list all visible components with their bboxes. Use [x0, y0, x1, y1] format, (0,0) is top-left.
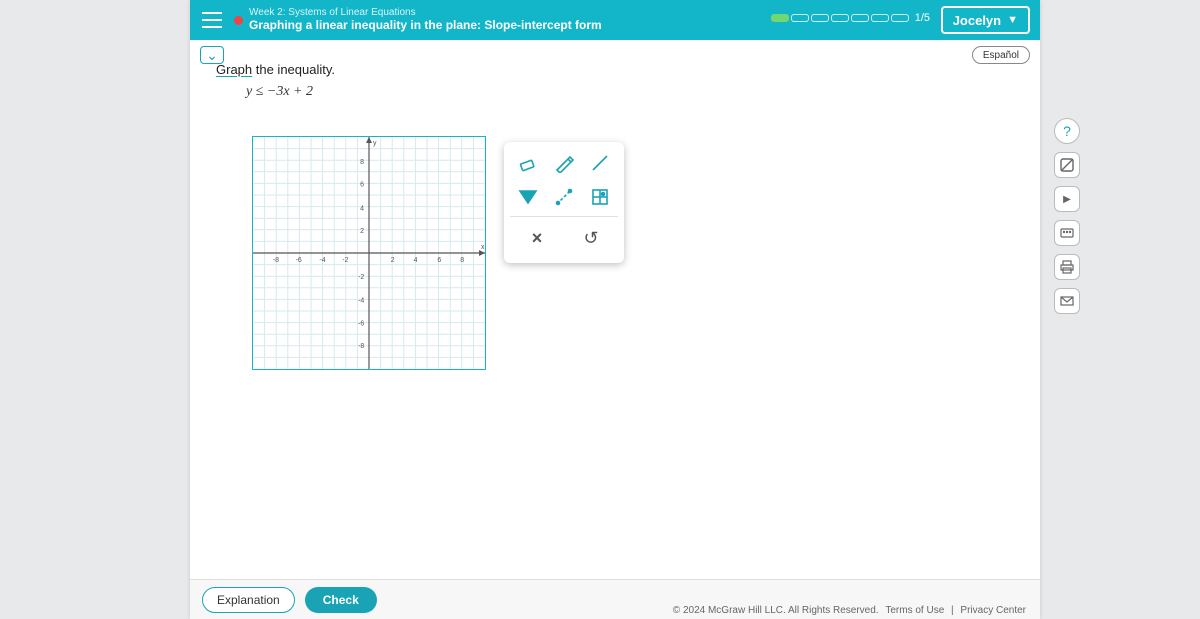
- svg-text:4: 4: [360, 205, 364, 212]
- mail-button[interactable]: [1054, 288, 1080, 314]
- svg-text:-6: -6: [358, 320, 364, 327]
- instruction-text: Graph the inequality.: [216, 62, 335, 77]
- menu-icon[interactable]: [202, 12, 222, 28]
- svg-text:-2: -2: [358, 274, 364, 281]
- inequality-formula: y ≤ −3x + 2: [246, 84, 313, 100]
- eraser-tool[interactable]: [513, 148, 543, 178]
- svg-text:-6: -6: [296, 257, 302, 264]
- progress-segments: [771, 14, 909, 22]
- video-button[interactable]: ▶: [1054, 186, 1080, 212]
- help-button[interactable]: ?: [1054, 118, 1080, 144]
- user-menu-button[interactable]: Jocelyn ▼: [941, 6, 1030, 34]
- page-title: Graphing a linear inequality in the plan…: [249, 19, 602, 33]
- fill-region-tool[interactable]: [513, 182, 543, 212]
- drawing-toolbox: × ↺: [504, 142, 624, 263]
- keyboard-button[interactable]: [1054, 220, 1080, 246]
- content-area: ⌄ Español Graph the inequality. y ≤ −3x …: [190, 40, 1040, 578]
- svg-text:8: 8: [460, 257, 464, 264]
- privacy-link[interactable]: Privacy Center: [960, 605, 1026, 616]
- y-tick-labels: 8 6 4 2 -2 -4 -6 -8: [358, 159, 364, 350]
- svg-text:-4: -4: [358, 298, 364, 305]
- point-grid-tool[interactable]: [585, 182, 615, 212]
- svg-text:4: 4: [414, 257, 418, 264]
- terms-link[interactable]: Terms of Use: [885, 605, 944, 616]
- progress-meter: 1/5: [771, 12, 930, 24]
- print-button[interactable]: [1054, 254, 1080, 280]
- chevron-down-icon: ▼: [1007, 14, 1018, 26]
- user-name: Jocelyn: [953, 13, 1001, 28]
- graph-canvas[interactable]: x y -8 -6 -4 -2 2 4 6 8 8 6 4 2 -2 -4 -6 -8: [252, 136, 486, 370]
- svg-text:-8: -8: [273, 257, 279, 264]
- status-dot-icon: [234, 16, 243, 25]
- svg-text:6: 6: [360, 182, 364, 189]
- app-window: Week 2: Systems of Linear Equations Grap…: [190, 0, 1040, 619]
- language-button[interactable]: Español: [972, 46, 1030, 64]
- svg-text:2: 2: [391, 257, 395, 264]
- instruction-verb: Graph: [216, 62, 252, 77]
- clear-button[interactable]: ×: [522, 223, 552, 253]
- undo-button[interactable]: ↺: [576, 223, 606, 253]
- svg-text:6: 6: [437, 257, 441, 264]
- dashed-line-tool[interactable]: [549, 182, 579, 212]
- pencil-tool[interactable]: [549, 148, 579, 178]
- top-bar: Week 2: Systems of Linear Equations Grap…: [190, 0, 1040, 40]
- svg-text:-8: -8: [358, 343, 364, 350]
- progress-text: 1/5: [915, 12, 930, 24]
- instruction-rest: the inequality.: [252, 62, 335, 77]
- line-tool[interactable]: [585, 148, 615, 178]
- y-axis-label: y: [373, 140, 377, 147]
- copyright-text: © 2024 McGraw Hill LLC. All Rights Reser…: [673, 605, 879, 616]
- svg-text:8: 8: [360, 159, 364, 166]
- title-block: Week 2: Systems of Linear Equations Grap…: [249, 7, 602, 32]
- chevron-down-icon: ⌄: [206, 47, 218, 64]
- calculator-button[interactable]: [1054, 152, 1080, 178]
- x-axis-label: x: [481, 244, 485, 251]
- legal-footer: © 2024 McGraw Hill LLC. All Rights Reser…: [190, 605, 1040, 616]
- svg-text:-4: -4: [319, 257, 325, 264]
- side-toolbar: ? ▶: [1054, 118, 1080, 314]
- svg-text:-2: -2: [342, 257, 348, 264]
- svg-text:2: 2: [360, 228, 364, 235]
